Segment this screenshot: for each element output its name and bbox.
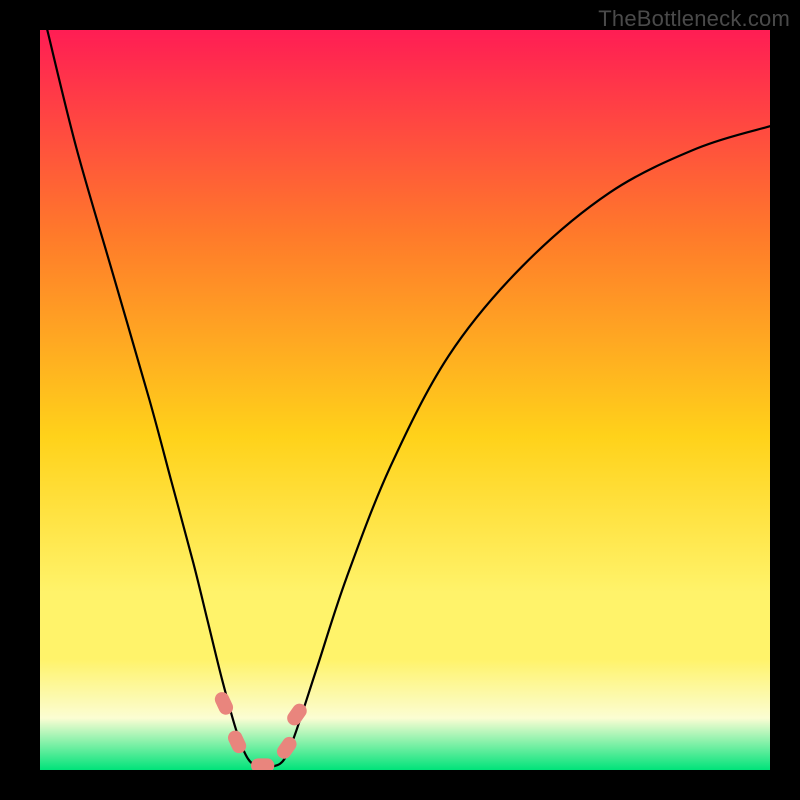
marker-right-lower	[274, 734, 299, 761]
markers-group	[212, 690, 309, 770]
chart-frame: TheBottleneck.com	[0, 0, 800, 800]
marker-minimum	[251, 758, 274, 770]
curve-layer	[40, 30, 770, 770]
bottleneck-curve	[47, 30, 770, 767]
watermark-text: TheBottleneck.com	[598, 6, 790, 32]
plot-area	[40, 30, 770, 770]
